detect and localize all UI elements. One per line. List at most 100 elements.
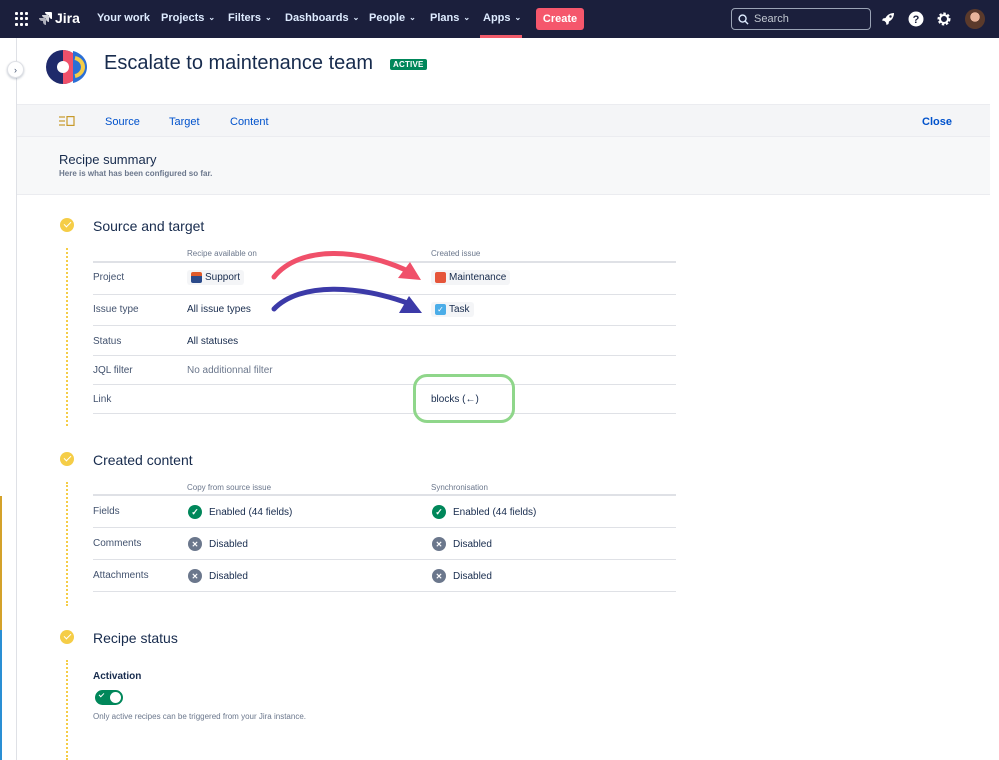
recipe-summary: Recipe summary Here is what has been con… bbox=[17, 137, 990, 195]
sidebar-collapsed bbox=[0, 38, 17, 760]
row-label-link: Link bbox=[93, 394, 112, 405]
row-label-jql-filter: JQL filter bbox=[93, 365, 133, 376]
column-header-source: Recipe available on bbox=[187, 249, 257, 258]
task-icon: ✓ bbox=[435, 304, 446, 315]
summary-icon[interactable] bbox=[59, 116, 75, 126]
jira-logo[interactable]: Jira bbox=[38, 10, 80, 26]
section-connector bbox=[66, 482, 68, 606]
recipe-app-logo bbox=[46, 50, 87, 84]
tab-content[interactable]: Content bbox=[230, 116, 269, 128]
column-header-target: Created issue bbox=[431, 249, 481, 258]
table-divider bbox=[93, 355, 676, 356]
chevron-down-icon: ⌄ bbox=[208, 13, 216, 22]
target-project: Maintenance bbox=[431, 270, 511, 285]
chevron-down-icon: ⌄ bbox=[409, 13, 416, 22]
table-divider bbox=[93, 261, 676, 263]
sync-comments-status: ✕ Disabled bbox=[432, 537, 492, 551]
activation-label: Activation bbox=[93, 671, 142, 682]
section-check-icon bbox=[60, 630, 74, 644]
gear-icon[interactable] bbox=[935, 10, 953, 28]
nav-plans[interactable]: Plans ⌄ bbox=[430, 12, 470, 24]
window-edge-accent bbox=[0, 630, 2, 760]
chevron-down-icon: ⌄ bbox=[352, 13, 360, 22]
nav-people[interactable]: People ⌄ bbox=[369, 12, 416, 24]
section-title-recipe-status: Recipe status bbox=[93, 630, 178, 646]
cross-circle-icon: ✕ bbox=[432, 569, 446, 583]
row-label-issue-type: Issue type bbox=[93, 304, 139, 315]
table-divider bbox=[93, 494, 676, 496]
activation-help-text: Only active recipes can be triggered fro… bbox=[93, 712, 306, 721]
cross-circle-icon: ✕ bbox=[432, 537, 446, 551]
page-title: Escalate to maintenance team bbox=[104, 52, 374, 74]
nav-apps[interactable]: Apps ⌄ bbox=[483, 12, 521, 24]
help-icon[interactable]: ? bbox=[907, 10, 925, 28]
status-badge: ACTIVE bbox=[390, 59, 427, 70]
active-nav-indicator bbox=[480, 35, 522, 38]
target-issue-type: ✓ Task bbox=[431, 302, 474, 317]
toggle-knob bbox=[110, 692, 121, 703]
column-header-sync: Synchronisation bbox=[431, 483, 488, 492]
rocket-icon[interactable] bbox=[879, 10, 897, 28]
search-input[interactable] bbox=[754, 13, 864, 25]
red-arrow bbox=[271, 251, 413, 280]
section-connector bbox=[66, 248, 68, 426]
create-button[interactable]: Create bbox=[536, 8, 584, 30]
copy-comments-status: ✕ Disabled bbox=[188, 537, 248, 551]
blue-arrow bbox=[271, 286, 413, 312]
source-issue-type: All issue types bbox=[187, 304, 251, 315]
row-label-comments: Comments bbox=[93, 538, 142, 549]
nav-dashboards[interactable]: Dashboards ⌄ bbox=[285, 12, 359, 24]
close-link[interactable]: Close bbox=[922, 116, 952, 128]
check-circle-icon: ✓ bbox=[432, 505, 446, 519]
copy-attachments-status: ✕ Disabled bbox=[188, 569, 248, 583]
section-check-icon bbox=[60, 218, 74, 232]
activation-toggle[interactable] bbox=[95, 690, 123, 705]
expand-sidebar-button[interactable]: › bbox=[7, 61, 24, 78]
cross-circle-icon: ✕ bbox=[188, 537, 202, 551]
copy-fields-status: ✓ Enabled (44 fields) bbox=[188, 505, 292, 519]
chevron-right-icon: › bbox=[14, 64, 17, 75]
avatar[interactable] bbox=[965, 9, 985, 29]
table-divider bbox=[93, 384, 676, 385]
nav-filters[interactable]: Filters ⌄ bbox=[228, 12, 272, 24]
project-icon bbox=[435, 272, 446, 283]
jira-icon bbox=[39, 12, 52, 25]
section-connector bbox=[66, 660, 68, 760]
table-divider bbox=[93, 325, 676, 326]
summary-subtitle: Here is what has been configured so far. bbox=[59, 169, 213, 178]
row-label-fields: Fields bbox=[93, 506, 120, 517]
sync-attachments-status: ✕ Disabled bbox=[432, 569, 492, 583]
svg-text:?: ? bbox=[913, 14, 920, 26]
row-label-status: Status bbox=[93, 336, 122, 347]
tab-source[interactable]: Source bbox=[105, 116, 140, 128]
chevron-down-icon: ⌄ bbox=[463, 13, 471, 22]
chevron-down-icon: ⌄ bbox=[265, 13, 272, 22]
table-divider bbox=[93, 413, 676, 414]
nav-your-work[interactable]: Your work bbox=[97, 12, 150, 24]
recipe-tabs: Source Target Content Close bbox=[17, 104, 990, 137]
product-name: Jira bbox=[55, 10, 80, 26]
search-icon bbox=[738, 13, 749, 25]
chevron-down-icon: ⌄ bbox=[514, 13, 522, 22]
table-divider bbox=[93, 591, 676, 592]
summary-title: Recipe summary bbox=[59, 152, 157, 167]
nav-projects[interactable]: Projects ⌄ bbox=[161, 12, 215, 24]
top-navigation: Jira Your work Projects ⌄ Filters ⌄ Dashbo… bbox=[0, 0, 999, 38]
search-box[interactable] bbox=[731, 8, 871, 30]
source-project: Support bbox=[187, 270, 245, 285]
row-label-attachments: Attachments bbox=[93, 570, 149, 581]
blue-arrowhead bbox=[399, 296, 422, 313]
section-title-created-content: Created content bbox=[93, 452, 193, 468]
project-icon bbox=[191, 272, 202, 283]
table-divider bbox=[93, 527, 676, 528]
app-switcher-icon[interactable] bbox=[15, 12, 29, 26]
section-title-source-target: Source and target bbox=[93, 218, 205, 234]
tab-target[interactable]: Target bbox=[169, 116, 200, 128]
cross-circle-icon: ✕ bbox=[188, 569, 202, 583]
source-jql-filter: No additionnal filter bbox=[187, 365, 273, 376]
red-arrowhead bbox=[398, 262, 421, 280]
table-divider bbox=[93, 294, 676, 295]
highlight-annotation bbox=[413, 374, 515, 423]
sync-fields-status: ✓ Enabled (44 fields) bbox=[432, 505, 536, 519]
window-edge-accent bbox=[0, 496, 2, 630]
